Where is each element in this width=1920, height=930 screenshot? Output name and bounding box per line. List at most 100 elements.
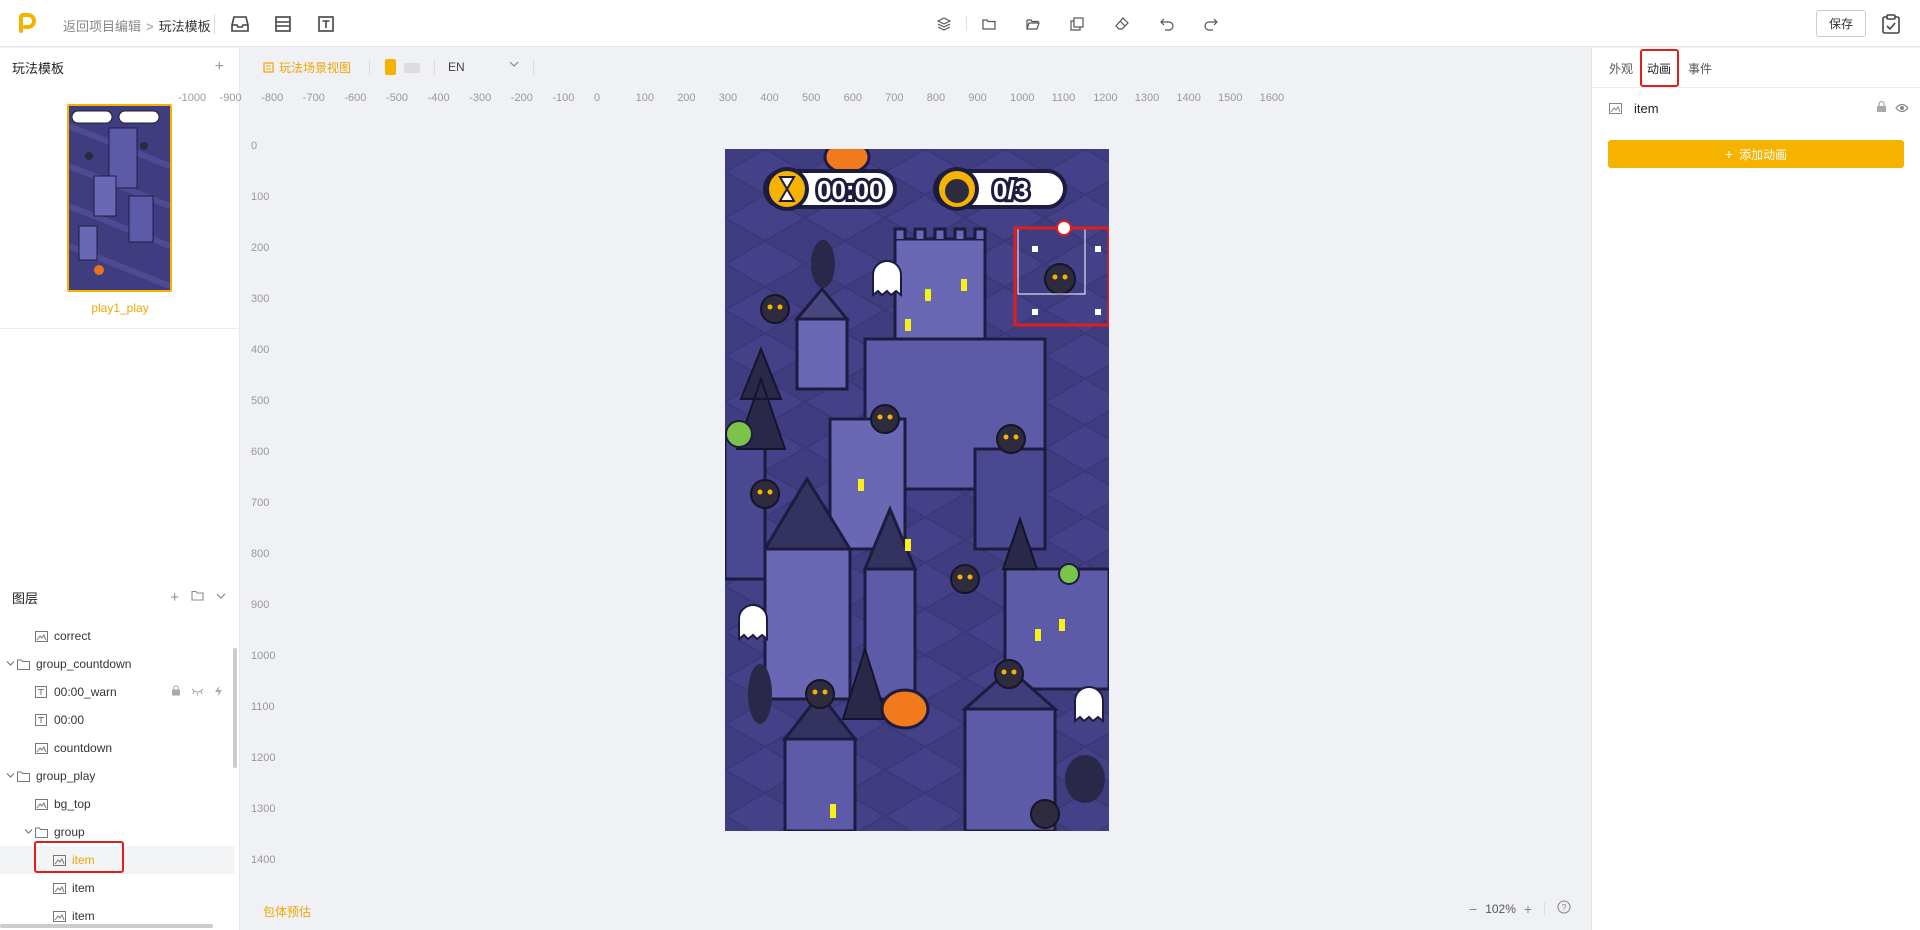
chevron-down-icon[interactable] [22, 827, 34, 838]
layer-row[interactable]: countdown [0, 734, 235, 762]
ruler-x-tick: -900 [219, 92, 242, 104]
undo-icon[interactable] [1158, 15, 1176, 33]
horizontal-ruler: -1000 -900 -800 -700 -600 -500 -400 -300 -200 -10… [178, 88, 1590, 110]
redo-icon[interactable] [1202, 15, 1220, 33]
layer-row[interactable]: bg_top [0, 790, 235, 818]
scene-view-tab[interactable]: 玩法场景视图 [263, 59, 351, 76]
layer-row[interactable]: 00:00 [0, 706, 235, 734]
template-thumbnail[interactable] [67, 104, 172, 292]
ruler-x-tick: 1400 [1176, 92, 1201, 104]
ruler-x-tick: 1000 [1010, 92, 1035, 104]
package-size-estimate-link[interactable]: 包体预估 [263, 903, 311, 920]
breadcrumb-separator: > [146, 19, 154, 34]
folder-icon [16, 658, 30, 670]
divider [0, 328, 240, 329]
template-thumbnail-label[interactable]: play1_play [0, 301, 240, 315]
left-panel-horizontal-scrollbar[interactable] [0, 924, 213, 928]
template-thumbnail-image [69, 106, 170, 290]
tab-events[interactable]: 事件 [1688, 60, 1712, 77]
layers-icon[interactable] [935, 15, 953, 33]
text-icon [34, 714, 48, 726]
collapse-chevron-icon[interactable] [216, 589, 226, 606]
breadcrumb-current: 玩法模板 [158, 19, 211, 34]
language-select[interactable]: EN [448, 60, 465, 74]
add-template-icon[interactable]: + [215, 58, 224, 76]
ruler-y-tick: 900 [251, 599, 270, 611]
divider [533, 59, 534, 75]
right-panel: 外观 动画 事件 item + 添加动画 [1591, 48, 1920, 930]
ruler-y-tick: 200 [251, 242, 270, 254]
inbox-icon[interactable] [229, 13, 251, 35]
eye-closed-icon[interactable] [191, 685, 204, 700]
folder-open-icon[interactable] [1024, 15, 1042, 33]
new-folder-icon[interactable] [191, 589, 204, 606]
save-button[interactable]: 保存 [1816, 10, 1866, 37]
layer-row[interactable]: correct [0, 622, 235, 650]
add-animation-button[interactable]: + 添加动画 [1608, 140, 1904, 168]
ruler-x-tick: 700 [885, 92, 904, 104]
layer-row[interactable]: item [0, 874, 235, 902]
layer-row-label: correct [54, 629, 91, 643]
app-logo-icon[interactable] [16, 12, 38, 34]
checklist-icon[interactable] [1880, 13, 1902, 35]
scene-view-label: 玩法场景视图 [279, 61, 352, 75]
selected-item-label: item [1634, 100, 1659, 116]
add-layer-icon[interactable]: + [170, 589, 179, 606]
game-scene-canvas[interactable]: 00:00 0/3 [725, 149, 1109, 831]
lock-icon[interactable] [171, 684, 181, 700]
eye-icon[interactable] [1895, 101, 1909, 116]
ruler-y-tick: 400 [251, 344, 270, 356]
lock-icon[interactable] [1876, 100, 1887, 116]
zoom-in-button[interactable]: + [1524, 901, 1532, 917]
canvas-area: 玩法场景视图 EN -1000 -900 -800 -700 -600 -500 -400-… [178, 48, 1590, 930]
game-scene-image: 00:00 0/3 [725, 149, 1109, 831]
ruler-x-tick: -600 [344, 92, 367, 104]
layout-icon[interactable] [272, 13, 294, 35]
layer-row-label: countdown [54, 741, 113, 755]
zoom-level: 102% [1485, 901, 1516, 916]
template-panel-title: 玩法模板 [12, 60, 65, 76]
layer-row-label: item [72, 881, 95, 895]
divider [966, 16, 967, 30]
scene-view-icon [263, 62, 274, 73]
layer-row[interactable]: 00:00_warn [0, 678, 235, 706]
layer-tree: correct group_countdown 00:00_warn 00:00 cou… [0, 619, 240, 930]
ruler-y-tick: 1100 [251, 701, 275, 713]
eraser-icon[interactable] [1113, 15, 1131, 33]
zoom-out-button[interactable]: − [1469, 901, 1477, 917]
help-icon[interactable]: ? [1557, 900, 1571, 917]
ruler-y-tick: 600 [251, 446, 270, 458]
ruler-y-tick: 1300 [251, 803, 276, 815]
layer-row-label: bg_top [54, 797, 91, 811]
left-panel: 玩法模板 + play1_play 图层 + correct group_cou… [0, 48, 240, 930]
ruler-y-tick: 1000 [251, 650, 276, 662]
device-landscape-toggle[interactable] [404, 63, 420, 73]
divider [214, 14, 215, 34]
text-icon [34, 686, 48, 698]
layer-tree-scrollbar[interactable] [233, 648, 237, 768]
chevron-down-icon[interactable] [4, 771, 16, 782]
ruler-y-tick: 700 [251, 497, 270, 509]
selection-highlight-box [34, 841, 124, 873]
image-icon [1609, 102, 1622, 114]
ruler-y-tick: 100 [251, 191, 270, 203]
ruler-x-tick: 1600 [1259, 92, 1285, 104]
text-tool-icon[interactable] [315, 13, 337, 35]
tab-appearance[interactable]: 外观 [1609, 60, 1633, 77]
ruler-x-tick: 0 [594, 92, 601, 104]
folder-icon[interactable] [980, 15, 998, 33]
device-portrait-toggle[interactable] [385, 59, 396, 75]
back-to-project-link[interactable]: 返回项目编辑 [63, 19, 141, 34]
ruler-x-tick: -500 [386, 92, 409, 104]
folder-icon [16, 770, 30, 782]
ruler-x-tick: -700 [302, 92, 325, 104]
top-bar: 返回项目编辑 > 玩法模板 保存 [0, 0, 1920, 47]
add-animation-label: 添加动画 [1739, 147, 1788, 162]
lightning-icon[interactable] [214, 685, 223, 700]
layer-row[interactable]: group_countdown [0, 650, 235, 678]
layer-row[interactable]: group_play [0, 762, 235, 790]
layers-panel-header: 图层 + [0, 578, 240, 616]
chevron-down-icon[interactable] [4, 659, 16, 670]
chevron-down-icon[interactable] [509, 58, 519, 72]
copy-icon[interactable] [1068, 15, 1086, 33]
